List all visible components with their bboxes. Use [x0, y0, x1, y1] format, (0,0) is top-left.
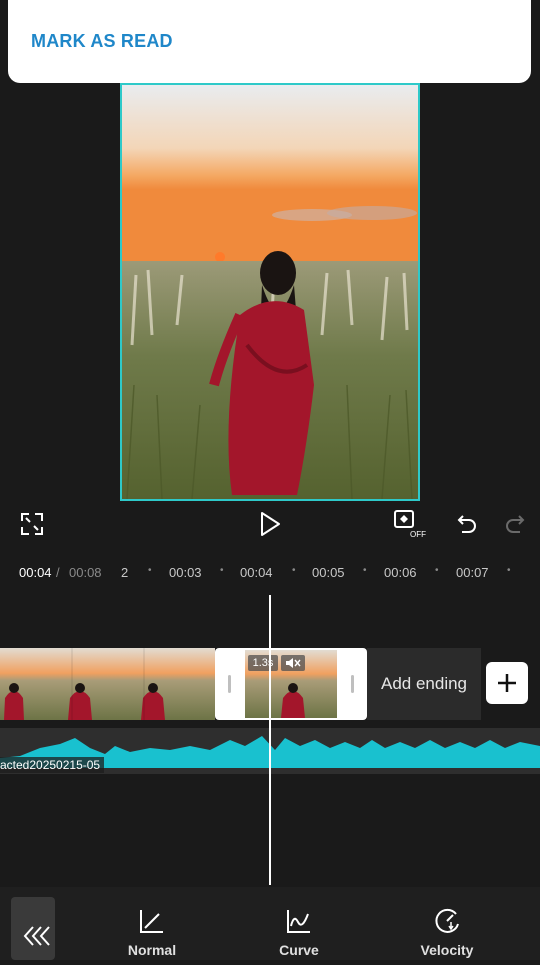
curve-speed-button[interactable]: Curve: [259, 906, 339, 960]
keyframe-off-button[interactable]: OFF: [393, 509, 427, 539]
back-button[interactable]: [11, 897, 55, 960]
svg-text:OFF: OFF: [410, 530, 426, 539]
video-clip[interactable]: [0, 648, 215, 720]
play-button[interactable]: [258, 511, 282, 537]
ruler-tick: 00:07: [456, 565, 489, 580]
current-time: 00:04: [19, 565, 52, 580]
mark-as-read-button[interactable]: MARK AS READ: [31, 31, 173, 52]
ruler-tick: 00:03: [169, 565, 202, 580]
mute-badge[interactable]: [281, 655, 305, 671]
undo-button[interactable]: [454, 512, 478, 536]
ruler-dot: •: [507, 565, 511, 576]
ruler-tick: 00:04: [240, 565, 273, 580]
double-chevron-left-icon: [23, 926, 50, 946]
preview-image: [122, 85, 418, 499]
time-separator: /: [56, 565, 60, 580]
ruler-dot: •: [148, 565, 152, 576]
clip-right-handle[interactable]: [351, 675, 354, 693]
redo-icon: [506, 515, 525, 533]
redo-button[interactable]: [504, 512, 528, 536]
ruler-tick: 00:06: [384, 565, 417, 580]
fullscreen-icon: [21, 513, 43, 535]
tool-label: Normal: [127, 942, 177, 958]
plus-icon: [498, 674, 516, 692]
undo-icon: [457, 515, 476, 533]
audio-clip-label: acted20250215-05: [0, 757, 105, 773]
ruler-tick: 2: [121, 565, 129, 580]
normal-speed-icon: [140, 910, 163, 933]
speed-badge: 1.3s: [248, 655, 278, 671]
play-icon: [261, 512, 280, 536]
video-preview[interactable]: [120, 83, 420, 501]
tool-label: Velocity: [420, 942, 474, 958]
clip-left-handle[interactable]: [228, 675, 231, 693]
total-time: 00:08: [69, 565, 102, 580]
add-ending-button[interactable]: Add ending: [367, 648, 481, 720]
mute-icon: [286, 658, 301, 668]
velocity-button[interactable]: Velocity: [407, 906, 487, 960]
keyframe-off-icon: OFF: [394, 510, 426, 539]
tool-label: Curve: [279, 942, 319, 958]
add-clip-button[interactable]: [486, 662, 528, 704]
curve-speed-icon: [287, 910, 310, 933]
ruler-dot: •: [292, 565, 296, 576]
clip-filmstrip: [0, 648, 215, 720]
ruler-tick: 00:05: [312, 565, 345, 580]
normal-speed-button[interactable]: Normal: [112, 906, 192, 960]
ruler-dot: •: [363, 565, 367, 576]
ruler-dot: •: [220, 565, 224, 576]
velocity-icon: [435, 908, 459, 933]
fullscreen-button[interactable]: [20, 512, 44, 536]
timeline-ruler: 00:04 / 00:08 2 • 00:03 • 00:04 • 00:05 …: [0, 563, 540, 583]
playhead[interactable]: [269, 595, 271, 885]
notification-banner: MARK AS READ: [8, 0, 531, 83]
ruler-dot: •: [435, 565, 439, 576]
